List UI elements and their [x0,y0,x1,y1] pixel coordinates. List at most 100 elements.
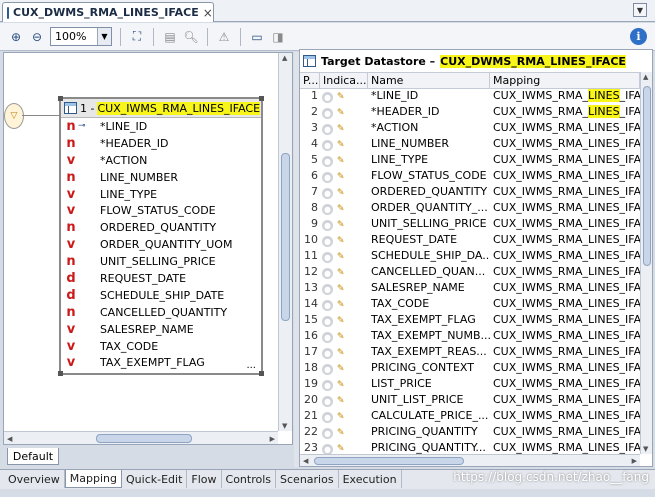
table-row[interactable]: 11 ● ✎ SCHEDULE_SHIP_DA... CUX_IWMS_RMA_LINE… [300,249,640,265]
attribute-name[interactable]: ORDERED_QUANTITY [368,185,490,201]
table-row[interactable]: 14 ● ✎ TAX_CODE CUX_IWMS_RMA_LINES_IFA [300,297,640,313]
warning-icon[interactable]: ⚠ [216,29,232,45]
table-row[interactable]: 10 ● ✎ REQUEST_DATE CUX_IWMS_RMA_LINES_IFA [300,233,640,249]
diagram-vertical-scrollbar[interactable]: ▲ ▼ [278,53,292,431]
table-row[interactable]: 7 ● ✎ ORDERED_QUANTITY CUX_IWMS_RMA_LINES_IF… [300,185,640,201]
edit-pencil-icon[interactable]: ✎ [337,348,349,359]
edit-pencil-icon[interactable]: ✎ [337,300,349,311]
table-row[interactable]: 2 ● ✎ *HEADER_ID CUX_IWMS_RMA_LINES_IFA [300,105,640,121]
scrollbar-thumb[interactable] [281,153,290,321]
tab-quick-edit[interactable]: Quick-Edit [122,470,188,488]
table-row[interactable]: 22 ● ✎ PRICING_QUANTITY CUX_IWMS_RMA_LINES_I… [300,425,640,441]
table-row[interactable]: 9 ● ✎ UNIT_SELLING_PRICE CUX_IWMS_RMA_LINES_… [300,217,640,233]
attribute-name[interactable]: SALESREP_NAME [368,281,490,297]
table-horizontal-scrollbar[interactable]: ◀ ▶ [300,454,640,466]
attribute-name[interactable]: TAX_EXEMPT_NUMB... [368,329,490,345]
table-row[interactable]: 12 ● ✎ CANCELLED_QUAN... CUX_IWMS_RMA_LINES_… [300,265,640,281]
close-icon[interactable]: × [203,6,213,20]
resize-handle[interactable] [58,371,63,376]
edit-pencil-icon[interactable]: ✎ [337,252,349,263]
scroll-down-icon[interactable]: ▼ [282,422,287,430]
resize-handle[interactable] [259,96,264,101]
mapping-expression[interactable]: CUX_IWMS_RMA_LINES_IFA [490,265,640,281]
attribute-name[interactable]: SCHEDULE_SHIP_DA... [368,249,490,265]
datastore-column[interactable]: n LINE_NUMBER [61,169,261,186]
mapping-expression[interactable]: CUX_IWMS_RMA_LINES_IFA [490,89,640,105]
attribute-name[interactable]: LINE_TYPE [368,153,490,169]
edit-pencil-icon[interactable]: ✎ [337,156,349,167]
copy-icon[interactable]: ▤ [162,29,178,45]
mapping-expression[interactable]: CUX_IWMS_RMA_LINES_IFA [490,281,640,297]
datastore-column[interactable]: n CANCELLED_QUANTITY [61,304,261,321]
scrollbar-thumb[interactable] [96,434,192,443]
mapping-expression[interactable]: CUX_IWMS_RMA_LINES_IFA [490,377,640,393]
tab-controls[interactable]: Controls [222,470,277,488]
mapping-expression[interactable]: CUX_IWMS_RMA_LINES_IFA [490,121,640,137]
datastore-column[interactable]: n UNIT_SELLING_PRICE [61,253,261,270]
mapping-expression[interactable]: CUX_IWMS_RMA_LINES_IFA [490,361,640,377]
attribute-name[interactable]: PRICING_CONTEXT [368,361,490,377]
edit-pencil-icon[interactable]: ✎ [337,444,349,455]
table-row[interactable]: 1 ● ✎ *LINE_ID CUX_IWMS_RMA_LINES_IFA [300,89,640,105]
tab-execution[interactable]: Execution [339,470,402,488]
scroll-down-icon[interactable]: ▼ [643,445,648,453]
attribute-name[interactable]: LINE_NUMBER [368,137,490,153]
tab-scenarios[interactable]: Scenarios [276,470,339,488]
edit-pencil-icon[interactable]: ✎ [337,316,349,327]
table-row[interactable]: 15 ● ✎ TAX_EXEMPT_FLAG CUX_IWMS_RMA_LINES_IF… [300,313,640,329]
edit-pencil-icon[interactable]: ✎ [337,108,349,119]
attribute-name[interactable]: *LINE_ID [368,89,490,105]
table-row[interactable]: 6 ● ✎ FLOW_STATUS_CODE CUX_IWMS_RMA_LINES_IF… [300,169,640,185]
edit-pencil-icon[interactable]: ✎ [337,140,349,151]
datastore-column[interactable]: v *ACTION [61,152,261,169]
table-row[interactable]: 18 ● ✎ PRICING_CONTEXT CUX_IWMS_RMA_LINES_IF… [300,361,640,377]
key-edit-icon[interactable]: ✎ [337,92,349,103]
edit-pencil-icon[interactable]: ✎ [337,172,349,183]
resize-handle[interactable] [259,371,264,376]
attribute-name[interactable]: CALCULATE_PRICE_... [368,409,490,425]
mapping-expression[interactable]: CUX_IWMS_RMA_LINES_IFA [490,297,640,313]
datastore-column[interactable]: v TAX_CODE [61,338,261,355]
resize-handle[interactable] [58,96,63,101]
attribute-name[interactable]: TAX_EXEMPT_FLAG [368,313,490,329]
zoom-in-icon[interactable]: ⊕ [8,29,24,45]
attribute-name[interactable]: REQUEST_DATE [368,233,490,249]
tab-default[interactable]: Default [7,448,59,465]
zoom-out-icon[interactable]: ⊖ [29,29,45,45]
mapping-expression[interactable]: CUX_IWMS_RMA_LINES_IFA [490,345,640,361]
table-row[interactable]: 17 ● ✎ TAX_EXEMPT_REAS... CUX_IWMS_RMA_LINES… [300,345,640,361]
col-header-indicator[interactable]: Indica... [320,73,368,88]
edit-pencil-icon[interactable]: ✎ [337,396,349,407]
edit-pencil-icon[interactable]: ✎ [337,204,349,215]
edit-pencil-icon[interactable]: ✎ [337,124,349,135]
table-row[interactable]: 4 ● ✎ LINE_NUMBER CUX_IWMS_RMA_LINES_IFA [300,137,640,153]
scroll-up-icon[interactable]: ▲ [643,73,648,81]
edit-pencil-icon[interactable]: ✎ [337,188,349,199]
zoom-select[interactable]: 100% ▼ [50,27,112,46]
edit-pencil-icon[interactable]: ✎ [337,220,349,231]
table-row[interactable]: 21 ● ✎ CALCULATE_PRICE_... CUX_IWMS_RMA_LINE… [300,409,640,425]
mapping-diagram-canvas[interactable]: ▽ 1 - CUX_IWMS_RMA_LINES_IFACE n ⊸ *LINE_I… [3,52,293,445]
scroll-right-icon[interactable]: ▶ [632,457,637,465]
col-header-mapping[interactable]: Mapping [490,73,640,88]
table-row[interactable]: 19 ● ✎ LIST_PRICE CUX_IWMS_RMA_LINES_IFA [300,377,640,393]
attribute-name[interactable]: UNIT_LIST_PRICE [368,393,490,409]
table-row[interactable]: 13 ● ✎ SALESREP_NAME CUX_IWMS_RMA_LINES_IFA [300,281,640,297]
datastore-column[interactable]: n ⊸ *LINE_ID [61,118,261,135]
edit-pencil-icon[interactable]: ✎ [337,332,349,343]
col-header-position[interactable]: P... [300,73,320,88]
tab-overview[interactable]: Overview [4,470,65,488]
scroll-left-icon[interactable]: ◀ [7,435,12,443]
attribute-name[interactable]: FLOW_STATUS_CODE [368,169,490,185]
mapping-expression[interactable]: CUX_IWMS_RMA_LINES_IFA [490,249,640,265]
edit-pencil-icon[interactable]: ✎ [337,364,349,375]
edit-pencil-icon[interactable]: ✎ [337,284,349,295]
edit-pencil-icon[interactable]: ✎ [337,412,349,423]
scroll-up-icon[interactable]: ▲ [282,54,287,62]
mapping-expression[interactable]: CUX_IWMS_RMA_LINES_IFA [490,409,640,425]
mapping-expression[interactable]: CUX_IWMS_RMA_LINES_IFA [490,137,640,153]
datastore-column[interactable]: d REQUEST_DATE [61,270,261,287]
mapping-expression[interactable]: CUX_IWMS_RMA_LINES_IFA [490,153,640,169]
table-row[interactable]: 5 ● ✎ LINE_TYPE CUX_IWMS_RMA_LINES_IFA [300,153,640,169]
filter-icon[interactable]: ▽ [4,103,24,129]
